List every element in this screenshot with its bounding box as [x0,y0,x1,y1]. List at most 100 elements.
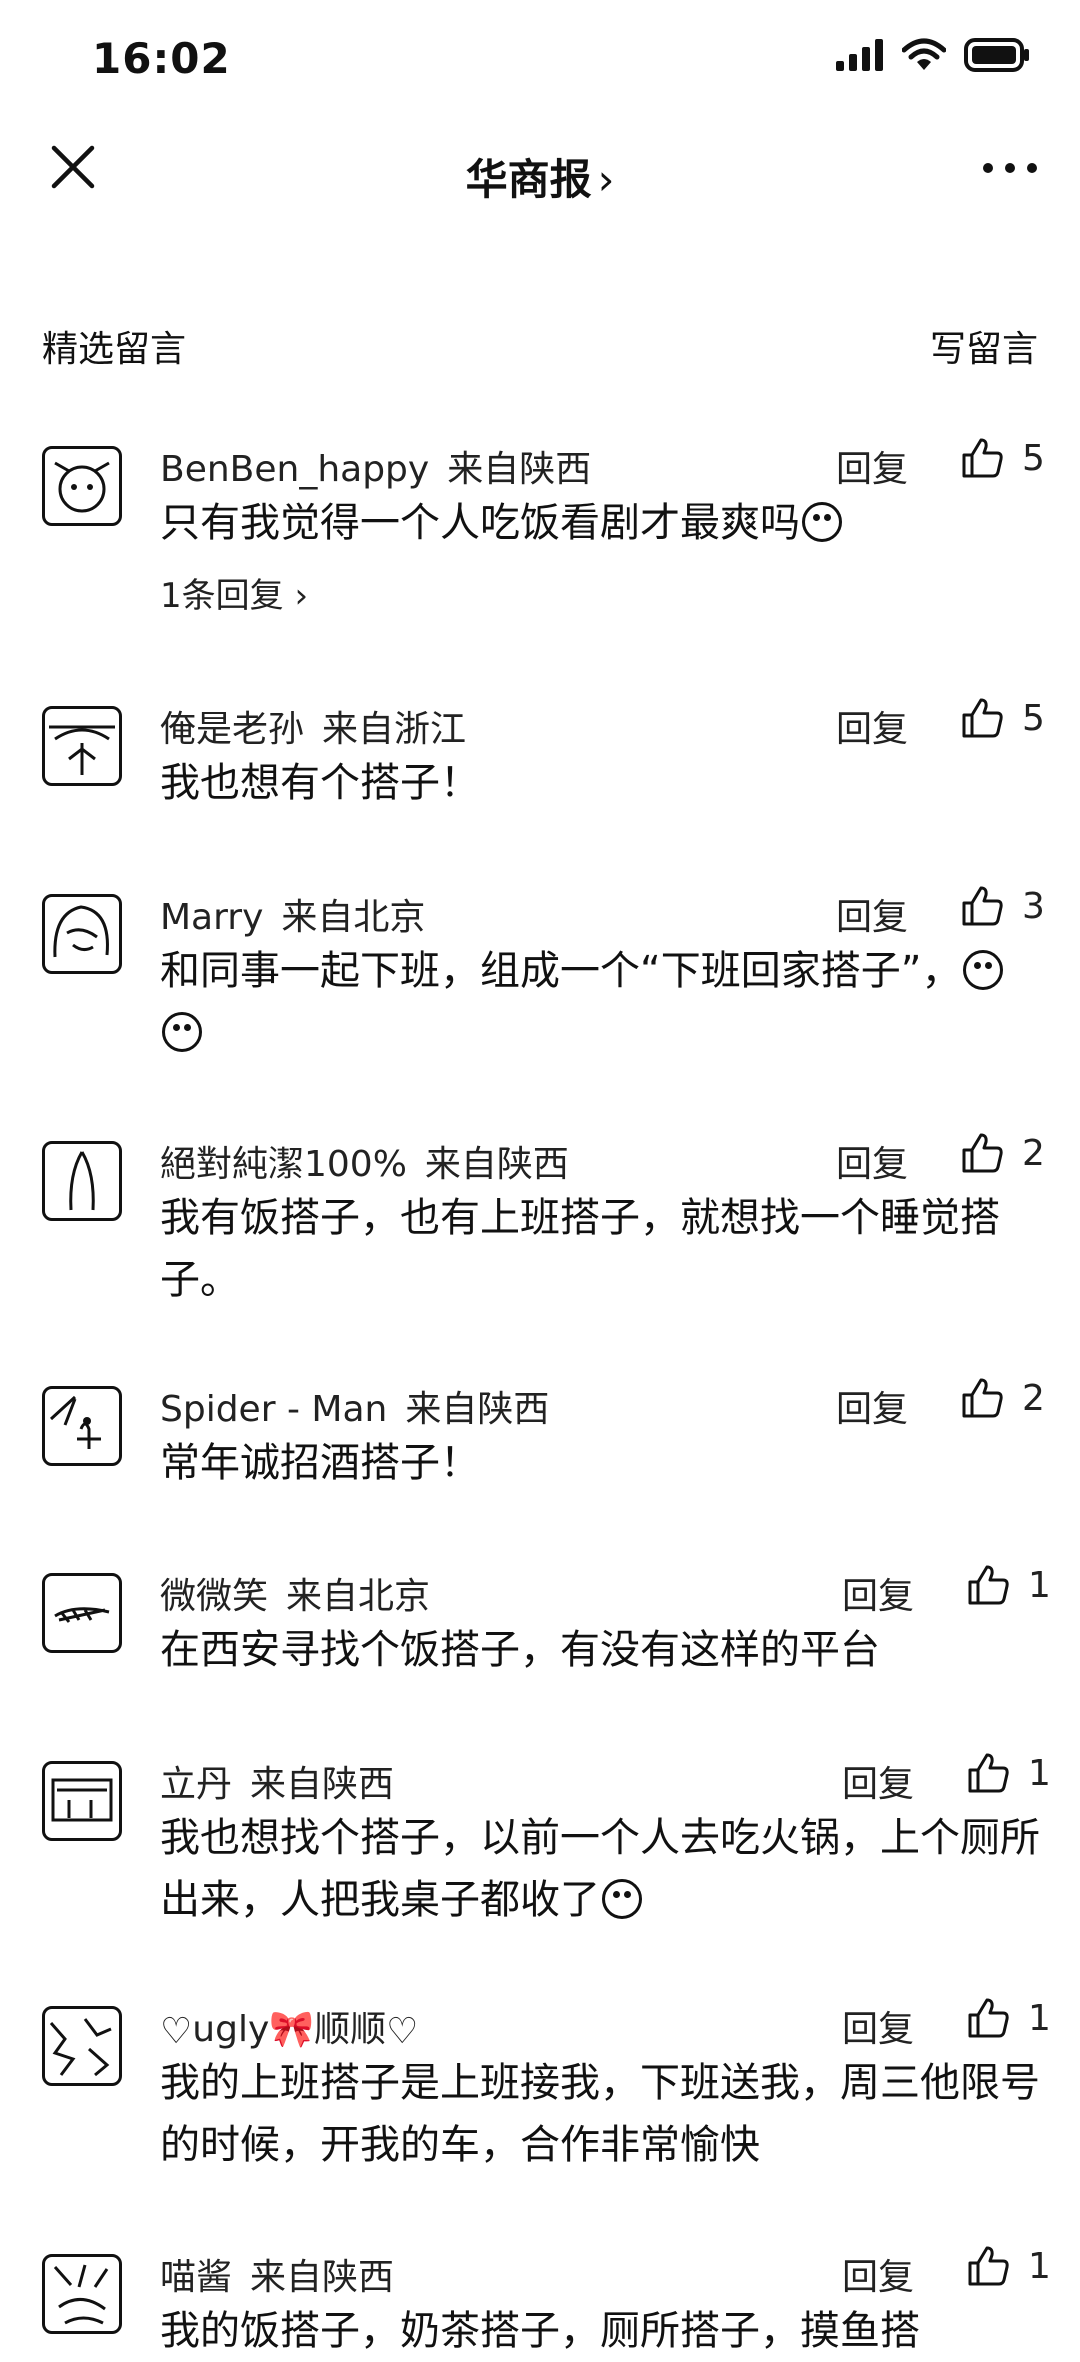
chevron-right-icon: › [597,155,615,204]
avatar[interactable] [42,1573,122,1653]
comment-text: 在西安寻找个饭搭子，有没有这样的平台 [160,1627,880,1673]
thumbs-up-icon [962,1378,1003,1418]
comment-item: 俺是老孙 来自浙江 回复 5 我也想有个搭子！ [0,698,1080,820]
user-location: 来自陕西 [447,449,592,490]
comment-meta: Marry 来自北京 [160,888,425,940]
write-comment-button[interactable]: 写留言 [930,320,1038,372]
comment-text: 我的饭搭子，奶茶搭子，厕所搭子，摸鱼搭 [160,2308,920,2354]
reply-button[interactable]: 回复 [836,1380,908,1432]
comment-text: 常年诚招酒搭子！ [160,1440,480,1486]
user-name[interactable]: 絕對純潔100% [160,1144,407,1185]
thumbs-up-icon [962,438,1003,478]
reply-button[interactable]: 回复 [836,700,908,752]
avatar[interactable] [42,706,122,786]
thumbs-up-icon [962,1133,1003,1173]
like-button[interactable]: 2 [960,1376,1045,1420]
reply-button[interactable]: 回复 [836,888,908,940]
like-button[interactable]: 2 [960,1131,1045,1175]
emoji-icon [802,502,842,542]
account-name: 华商报 [465,155,592,204]
view-replies-link[interactable]: 1条回复 › [160,568,308,617]
comment-meta: 微微笑 来自北京 [160,1567,430,1619]
comment-text: 我有饭搭子，也有上班搭子，就想找一个睡觉搭子。 [160,1195,1000,1303]
emoji-icon [963,950,1004,990]
user-name[interactable]: Spider - Man [160,1389,387,1430]
like-button[interactable]: 1 [966,1563,1051,1607]
battery-icon [964,38,1029,72]
comment-meta: 立丹 来自陕西 [160,1755,394,1807]
like-button[interactable]: 5 [960,436,1045,480]
user-name[interactable]: ugly [192,2009,269,2050]
user-name[interactable]: 喵酱 [160,2257,232,2298]
user-location: 来自陕西 [424,1144,569,1185]
like-count: 1 [1028,1997,1051,2039]
comment-text: 只有我觉得一个人吃饭看剧才最爽吗 [160,492,1040,554]
comment-item: 立丹 来自陕西 回复 1 我也想找个搭子，以前一个人去吃火锅，上个厕所出来，人把我… [0,1753,1080,1935]
emoji-icon [602,1879,642,1919]
comment-item: ♡ugly🎀顺顺♡ 回复 1 我的上班搭子是上班接我，下班送我，周三他限号的时候… [0,1998,1080,2180]
avatar[interactable] [42,1761,122,1841]
signal-icon [836,39,883,71]
thumbs-up-icon [968,1565,1009,1605]
comment-item: 微微笑 来自北京 回复 1 在西安寻找个饭搭子，有没有这样的平台 [0,1565,1080,1687]
reply-button[interactable]: 回复 [842,1755,914,1807]
heart-icon: ♡ [160,2011,193,2052]
user-name[interactable]: 微微笑 [160,1576,268,1617]
comment-meta: BenBen_happy 来自陕西 [160,440,591,492]
comments-header: 精选留言 写留言 [0,320,1080,380]
avatar[interactable] [42,446,122,526]
more-icon[interactable] [980,148,1040,188]
wifi-icon [902,38,946,70]
comment-item: 絕對純潔100% 来自陕西 回复 2 我有饭搭子，也有上班搭子，就想找一个睡觉搭子… [0,1133,1080,1315]
user-location: 来自北京 [286,1576,431,1617]
avatar[interactable] [42,2006,122,2086]
comment-meta: Spider - Man 来自陕西 [160,1380,549,1432]
status-icons [836,38,1030,72]
comment-text: 我也想有个搭子！ [160,760,480,806]
avatar[interactable] [42,1141,122,1221]
like-button[interactable]: 3 [960,884,1045,928]
like-count: 2 [1022,1132,1045,1174]
like-count: 3 [1022,885,1045,927]
status-bar: 16:02 [0,0,1080,120]
comment-item: Spider - Man 来自陕西 回复 2 常年诚招酒搭子！ [0,1378,1080,1500]
user-location: 来自陕西 [250,1764,395,1805]
status-time: 16:02 [92,34,231,83]
like-button[interactable]: 1 [966,2244,1051,2288]
user-location: 来自北京 [281,897,426,938]
user-location: 来自陕西 [405,1389,550,1430]
account-title[interactable]: 华商报 › [0,146,1080,207]
thumbs-up-icon [968,1753,1009,1793]
thumbs-up-icon [968,1998,1009,2038]
heart-icon: ♡ [386,2011,419,2052]
section-title: 精选留言 [42,329,187,370]
comment-text: 我也想找个搭子，以前一个人去吃火锅，上个厕所出来，人把我桌子都收了 [160,1815,1040,1923]
like-button[interactable]: 1 [966,1996,1051,2040]
reply-button[interactable]: 回复 [842,2248,914,2300]
reply-button[interactable]: 回复 [836,1135,908,1187]
avatar[interactable] [42,1386,122,1466]
reply-button[interactable]: 回复 [836,440,908,492]
comment-item: BenBen_happy 来自陕西 回复 5 只有我觉得一个人吃饭看剧才最爽吗 1… [0,438,1080,620]
avatar[interactable] [42,2254,122,2334]
reply-button[interactable]: 回复 [842,1567,914,1619]
comment-meta: ♡ugly🎀顺顺♡ [160,2000,418,2052]
like-count: 1 [1028,1752,1051,1794]
user-name[interactable]: 俺是老孙 [160,709,304,750]
user-name[interactable]: Marry [160,897,263,938]
reply-button[interactable]: 回复 [842,2000,914,2052]
comment-text: 我的上班搭子是上班接我，下班送我，周三他限号的时候，开我的车，合作非常愉快 [160,2060,1040,2168]
comment-item: 喵酱 来自陕西 回复 1 我的饭搭子，奶茶搭子，厕所搭子，摸鱼搭 [0,2246,1080,2354]
user-name[interactable]: BenBen_happy [160,449,429,490]
comment-meta: 俺是老孙 来自浙江 [160,700,466,752]
user-name[interactable]: 立丹 [160,1764,232,1805]
comment-text: 和同事一起下班，组成一个“下班回家搭子”， [160,940,1040,1064]
thumbs-up-icon [962,698,1003,738]
user-location: 来自浙江 [322,709,467,750]
avatar[interactable] [42,894,122,974]
like-button[interactable]: 5 [960,696,1045,740]
like-button[interactable]: 1 [966,1751,1051,1795]
nav-bar: 华商报 › [0,120,1080,230]
like-count: 5 [1022,437,1045,479]
thumbs-up-icon [968,2246,1009,2286]
